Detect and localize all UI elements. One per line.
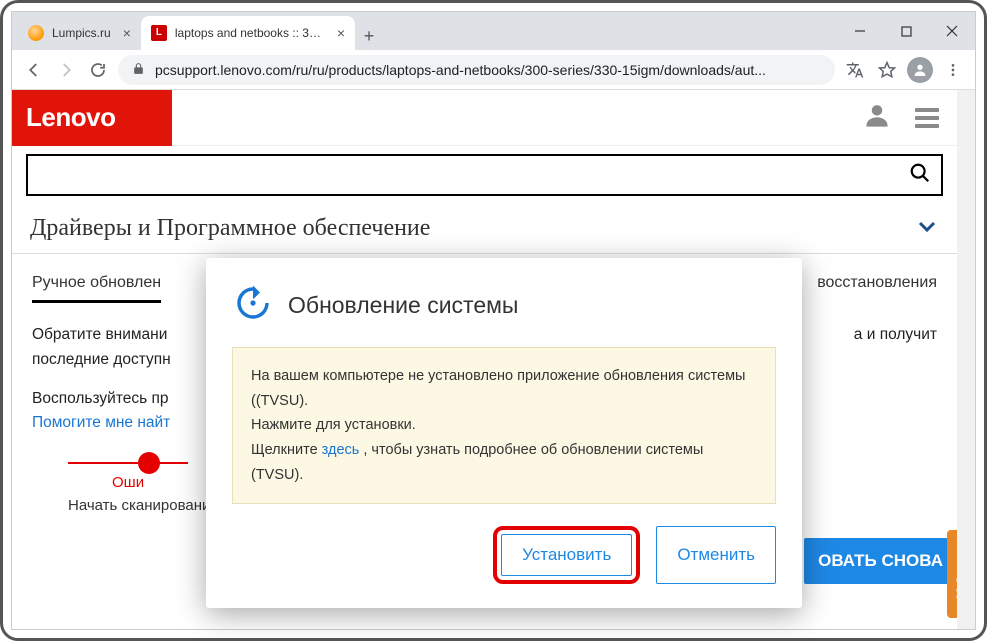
minimize-button[interactable]	[837, 16, 883, 46]
update-gear-icon	[232, 282, 274, 329]
hamburger-menu-icon[interactable]	[915, 108, 939, 128]
retry-label: ОВАТЬ СНОВА	[818, 551, 943, 571]
profile-avatar[interactable]	[907, 57, 933, 83]
lock-icon	[132, 62, 145, 78]
notice-line: Нажмите для установки.	[251, 413, 757, 438]
browser-window: Lumpics.ru × L laptops and netbooks :: 3…	[11, 11, 976, 630]
feedback-tab[interactable]: [-] Отзыв	[947, 530, 975, 618]
dialog-header: Обновление системы	[232, 282, 776, 329]
section-title: Драйверы и Программное обеспечение	[30, 215, 430, 242]
progress-line	[68, 462, 188, 464]
favicon-lenovo-icon: L	[151, 25, 167, 41]
site-header: Lenovo	[12, 90, 957, 146]
omnibox[interactable]: pcsupport.lenovo.com/ru/ru/products/lapt…	[118, 55, 835, 85]
lenovo-logo[interactable]: Lenovo	[12, 90, 172, 146]
system-update-dialog: Обновление системы На вашем компьютере н…	[206, 258, 802, 608]
site-search-wrap	[12, 146, 957, 204]
help-link[interactable]: Помогите мне найт	[32, 414, 170, 431]
scrollbar-thumb[interactable]	[961, 160, 971, 280]
search-input[interactable]	[28, 156, 909, 194]
search-icon[interactable]	[909, 162, 931, 189]
highlight-annotation: Установить	[493, 526, 640, 584]
retry-scan-button[interactable]: ОВАТЬ СНОВА	[804, 538, 957, 584]
text-fragment: Обратите внимани	[32, 323, 167, 348]
notice-line: На вашем компьютере не установлено прило…	[251, 364, 757, 413]
learn-more-link[interactable]: здесь	[322, 442, 360, 458]
forward-button[interactable]	[54, 58, 78, 82]
chevron-down-icon	[915, 214, 939, 243]
install-button[interactable]: Установить	[501, 534, 632, 576]
maximize-button[interactable]	[883, 16, 929, 46]
screenshot-frame: Lumpics.ru × L laptops and netbooks :: 3…	[0, 0, 987, 641]
account-icon[interactable]	[863, 101, 891, 134]
tab-manual-update[interactable]: Ручное обновлен	[32, 274, 161, 303]
new-tab-button[interactable]: +	[355, 22, 383, 50]
favicon-orange-icon	[28, 25, 44, 41]
tab-title: laptops and netbooks :: 300 serie	[175, 26, 325, 40]
close-icon[interactable]: ×	[123, 25, 131, 41]
tab-strip: Lumpics.ru × L laptops and netbooks :: 3…	[12, 12, 975, 50]
text-fragment: а и получит	[854, 323, 937, 348]
notice-line: Щелкните здесь , чтобы узнать подробнее …	[251, 438, 757, 487]
header-actions	[863, 101, 939, 134]
progress-dot-icon	[138, 452, 160, 474]
tab-recovery[interactable]: восстановления	[817, 274, 937, 303]
url-text: pcsupport.lenovo.com/ru/ru/products/lapt…	[155, 62, 821, 78]
reload-button[interactable]	[86, 58, 110, 82]
browser-tab-lumpics[interactable]: Lumpics.ru ×	[18, 16, 141, 50]
translate-icon[interactable]	[843, 58, 867, 82]
chrome-menu-button[interactable]	[941, 58, 965, 82]
section-header[interactable]: Драйверы и Программное обеспечение	[12, 204, 957, 254]
cancel-button[interactable]: Отменить	[656, 526, 776, 584]
dialog-title: Обновление системы	[288, 292, 518, 319]
address-bar: pcsupport.lenovo.com/ru/ru/products/lapt…	[12, 50, 975, 90]
tab-title: Lumpics.ru	[52, 26, 111, 40]
back-button[interactable]	[22, 58, 46, 82]
close-window-button[interactable]	[929, 16, 975, 46]
dialog-notice: На вашем компьютере не установлено прило…	[232, 347, 776, 504]
browser-tab-lenovo[interactable]: L laptops and netbooks :: 300 serie ×	[141, 16, 355, 50]
site-search-box[interactable]	[26, 154, 943, 196]
star-icon[interactable]	[875, 58, 899, 82]
feedback-label: [-] Отзыв	[954, 549, 968, 598]
dialog-actions: Установить Отменить	[232, 526, 776, 584]
close-icon[interactable]: ×	[337, 25, 345, 41]
window-controls	[837, 12, 975, 50]
